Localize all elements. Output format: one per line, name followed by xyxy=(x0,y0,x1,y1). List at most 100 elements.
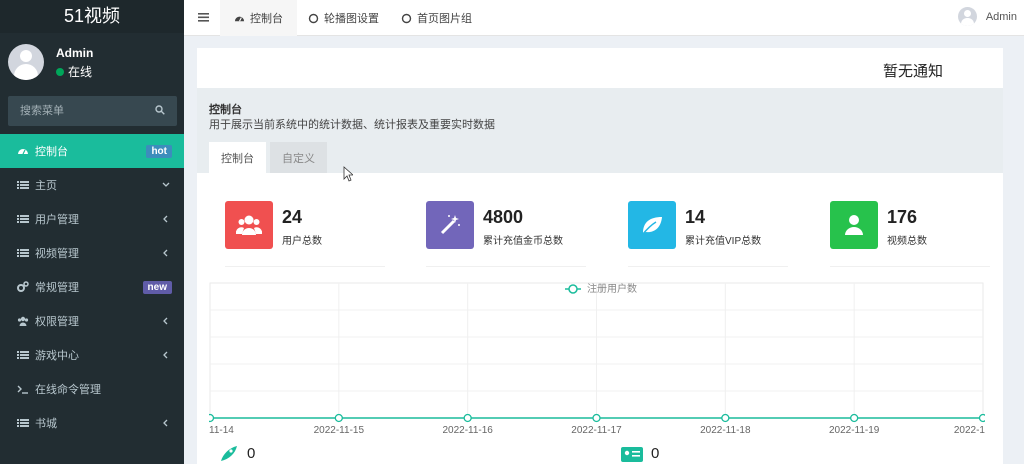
data-point[interactable] xyxy=(978,413,986,423)
sidebar-item-label: 权限管理 xyxy=(35,316,79,328)
sidebar-item-game-center[interactable]: 游戏中心 xyxy=(0,338,184,372)
data-point[interactable] xyxy=(209,413,215,423)
cogs-icon xyxy=(17,281,29,292)
data-point[interactable] xyxy=(334,413,343,423)
chart-legend[interactable]: 注册用户数 xyxy=(565,282,637,295)
stat-value: 176 xyxy=(887,207,918,227)
user-icon xyxy=(830,201,878,249)
list-icon xyxy=(17,249,29,257)
list-icon xyxy=(17,215,29,223)
panel-description: 用于展示当前系统中的统计数据、统计报表及重要实时数据 xyxy=(209,119,495,131)
hot-badge: hot xyxy=(146,145,172,158)
x-tick-label: 2022-11-16 xyxy=(442,425,493,436)
sidebar-item-online-command[interactable]: 在线命令管理 xyxy=(0,372,184,406)
sidebar-item-label: 视频管理 xyxy=(35,248,79,260)
x-tick-label: 2022-1 xyxy=(954,425,985,436)
sidebar-item-label: 用户管理 xyxy=(35,214,79,226)
user-avatar xyxy=(8,44,44,80)
stat-value: 4800 xyxy=(483,207,524,227)
list-icon xyxy=(17,181,29,189)
x-tick-label: 11-14 xyxy=(209,425,234,436)
subtab-dashboard[interactable]: 控制台 xyxy=(209,142,266,173)
id-card-icon xyxy=(621,447,643,462)
top-user-name: Admin xyxy=(985,10,1017,23)
stat-value: 14 xyxy=(685,207,706,227)
user-panel: Admin 在线 xyxy=(0,33,184,90)
panel-header: 控制台 用于展示当前系统中的统计数据、统计报表及重要实时数据 控制台 自定义 xyxy=(197,88,1003,173)
data-point[interactable] xyxy=(721,413,730,423)
stat-label: 用户总数 xyxy=(282,236,322,247)
tab-label: 控制台 xyxy=(250,13,283,25)
leaf-icon xyxy=(628,201,676,249)
sidebar-item-bookstore[interactable]: 书城 xyxy=(0,406,184,440)
online-dot-icon xyxy=(56,67,64,76)
tab-carousel-settings[interactable]: 轮播图设置 xyxy=(294,0,393,36)
mouse-cursor-icon xyxy=(343,166,353,182)
user-name: Admin xyxy=(56,46,94,60)
legend-label: 注册用户数 xyxy=(587,282,637,295)
sidebar-item-video-management[interactable]: 视频管理 xyxy=(0,236,184,270)
circle-icon xyxy=(401,13,412,23)
stat-label: 视频总数 xyxy=(887,236,927,247)
new-badge: new xyxy=(142,281,172,294)
tab-homepage-image-group[interactable]: 首页图片组 xyxy=(387,0,486,36)
dashboard-icon xyxy=(18,149,28,155)
data-point[interactable] xyxy=(592,413,601,423)
list-icon xyxy=(17,419,29,427)
chevron-left-icon xyxy=(163,317,168,325)
data-point[interactable] xyxy=(463,413,472,423)
sidebar-item-label: 游戏中心 xyxy=(35,350,79,362)
top-user-menu[interactable]: Admin xyxy=(957,7,1017,26)
chevron-down-icon xyxy=(162,182,170,187)
bottom-stat-value: 0 xyxy=(651,444,660,462)
data-point[interactable] xyxy=(850,413,859,423)
user-status: 在线 xyxy=(56,63,92,80)
app-logo[interactable]: 51视频 xyxy=(0,0,184,33)
terminal-icon xyxy=(17,385,28,394)
users-icon xyxy=(225,201,273,249)
hamburger-menu-icon[interactable] xyxy=(198,11,209,23)
sidebar-item-label: 控制台 xyxy=(35,146,68,158)
sidebar-item-dashboard[interactable]: 控制台 hot xyxy=(0,134,184,168)
sidebar-item-label: 常规管理 xyxy=(35,282,79,294)
avatar xyxy=(957,7,977,26)
subtab-custom[interactable]: 自定义 xyxy=(270,142,327,173)
stat-total-videos: 176 视频总数 xyxy=(830,201,990,267)
legend-marker xyxy=(568,284,578,294)
chevron-left-icon xyxy=(163,419,168,427)
registered-users-chart: 注册用户数 11-14 2022-11-15 2022-11-16 2022-11-17… xyxy=(209,282,986,436)
stat-label: 累计充值金币总数 xyxy=(483,236,563,247)
stat-total-users: 24 用户总数 xyxy=(225,201,385,267)
sidebar: 51视频 Admin 在线 控制台 hot 主页 用户管理 视频管理 xyxy=(0,0,184,464)
stat-label: 累计充值VIP总数 xyxy=(685,236,762,247)
tab-dashboard[interactable]: 控制台 xyxy=(220,0,297,36)
chevron-left-icon xyxy=(163,215,168,223)
sidebar-item-home[interactable]: 主页 xyxy=(0,168,184,202)
sidebar-item-permission-management[interactable]: 权限管理 xyxy=(0,304,184,338)
rocket-icon xyxy=(221,446,237,461)
panel-title: 控制台 xyxy=(209,104,242,116)
menu-search xyxy=(8,96,177,126)
chevron-left-icon xyxy=(163,351,168,359)
menu-search-input[interactable] xyxy=(8,96,148,126)
tab-label: 首页图片组 xyxy=(417,13,472,25)
stat-value: 24 xyxy=(282,207,303,227)
main-content: 暂无通知 控制台 用于展示当前系统中的统计数据、统计报表及重要实时数据 控制台 … xyxy=(197,48,1003,464)
notice-text: 暂无通知 xyxy=(882,63,943,80)
sidebar-item-general-management[interactable]: 常规管理 new xyxy=(0,270,184,304)
group-icon xyxy=(17,316,29,326)
sidebar-menu: 控制台 hot 主页 用户管理 视频管理 常规管理 new 权限管理 游戏中心 … xyxy=(0,134,184,440)
x-tick-label: 2022-11-19 xyxy=(829,425,880,436)
sidebar-item-user-management[interactable]: 用户管理 xyxy=(0,202,184,236)
bottom-stat-2: 0 xyxy=(621,444,659,462)
user-status-text: 在线 xyxy=(68,65,93,79)
search-icon[interactable] xyxy=(155,105,165,115)
magic-wand-icon xyxy=(426,201,474,249)
bottom-stat-value: 0 xyxy=(247,444,256,462)
sidebar-item-label: 主页 xyxy=(35,180,57,192)
stat-total-coins: 4800 累计充值金币总数 xyxy=(426,201,586,267)
x-tick-label: 2022-11-17 xyxy=(571,425,622,436)
stat-total-vip: 14 累计充值VIP总数 xyxy=(628,201,788,267)
sidebar-item-label: 在线命令管理 xyxy=(35,384,101,396)
top-navbar: 控制台 轮播图设置 首页图片组 Admin xyxy=(184,0,1024,36)
